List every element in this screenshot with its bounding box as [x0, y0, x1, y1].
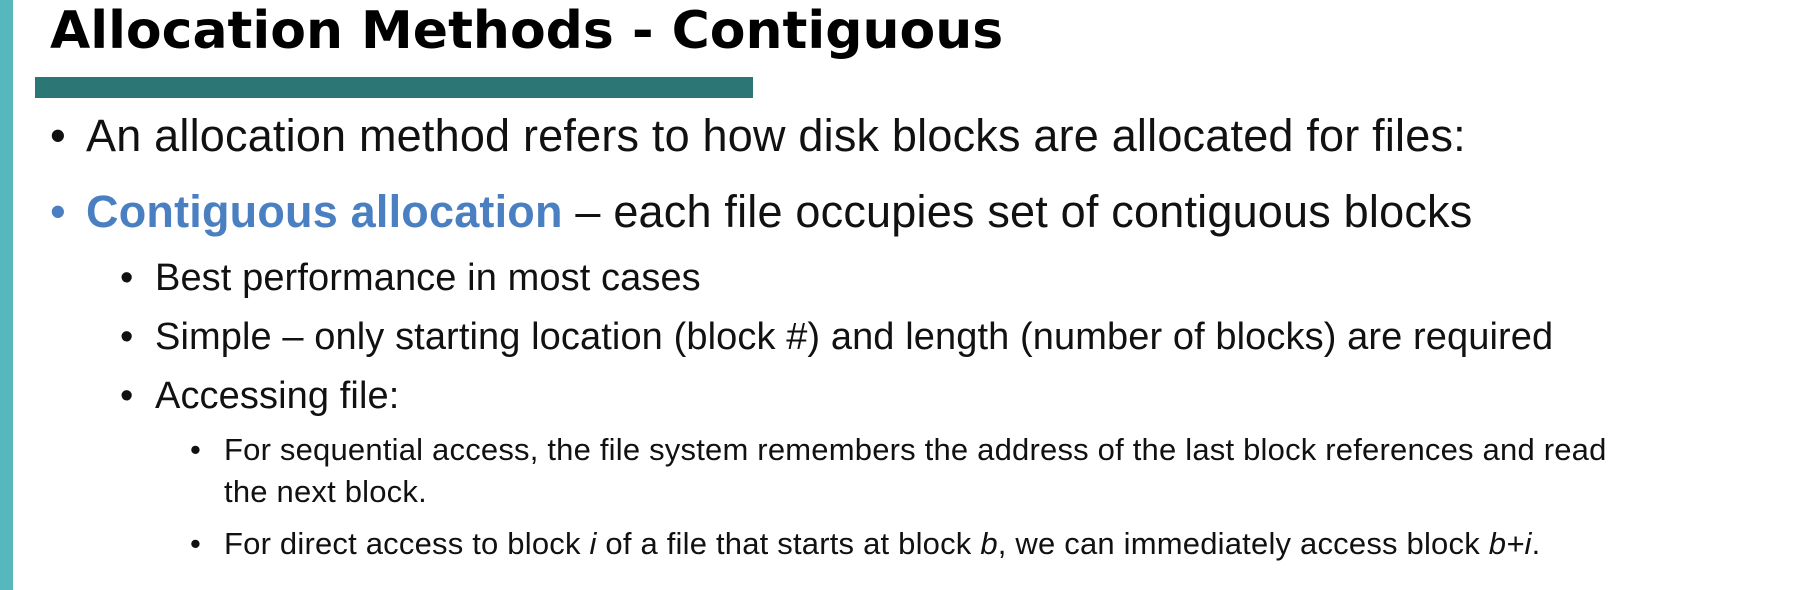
text-segment: of a file that starts at block	[596, 526, 981, 561]
bullet-text: For direct access to block i of a file t…	[224, 523, 1540, 565]
expr-b-plus-i: b+i	[1488, 526, 1532, 561]
accent-bar	[0, 0, 13, 590]
bullet-text: Contiguous allocation – each file occupi…	[86, 184, 1472, 240]
bullet-dot: •	[50, 186, 66, 237]
bullet-rest-text: – each file occupies set of contiguous b…	[562, 186, 1473, 237]
var-b: b	[980, 526, 998, 561]
highlight-term: Contiguous allocation	[86, 186, 563, 237]
bullet-dot: •	[190, 432, 202, 467]
title-underline	[35, 77, 753, 98]
bullet-dot: •	[120, 316, 134, 358]
bullet-dot: •	[190, 526, 202, 561]
bullet-dot: •	[50, 110, 66, 161]
slide-title: Allocation Methods - Contiguous	[50, 1, 1004, 61]
var-i: i	[589, 526, 597, 561]
bullet-text: Accessing file:	[155, 375, 400, 417]
bullet-text: An allocation method refers to how disk …	[86, 110, 1466, 161]
text-segment: For direct access to block	[224, 526, 590, 561]
bullet-text: Best performance in most cases	[155, 257, 701, 299]
bullet-text-line1: For sequential access, the file system r…	[224, 432, 1607, 467]
bullet-text: Simple – only starting location (block #…	[155, 316, 1554, 358]
bullet-dot: •	[120, 375, 134, 417]
bullet-dot: •	[120, 257, 134, 299]
bullet-text-line2: the next block.	[224, 474, 427, 509]
text-segment: .	[1531, 526, 1541, 561]
slide: Allocation Methods - Contiguous • An all…	[0, 0, 1818, 590]
text-segment: , we can immediately access block	[997, 526, 1489, 561]
